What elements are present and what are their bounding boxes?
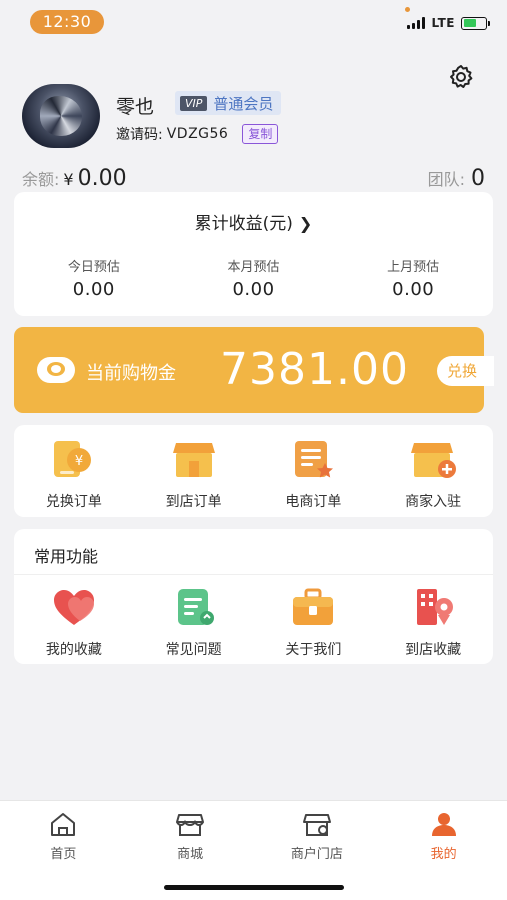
team-label: 团队: bbox=[427, 170, 465, 189]
earnings-this-month: 本月预估 0.00 bbox=[174, 256, 334, 300]
earnings-last-month: 上月预估 0.00 bbox=[333, 256, 493, 300]
exchange-order-icon: ¥ bbox=[53, 441, 91, 477]
shopping-gold-amount: 7381.00 bbox=[220, 344, 409, 395]
earnings-card: 累计收益(元) ❯ 今日预估 0.00 本月预估 0.00 上月预估 0.00 bbox=[14, 192, 493, 316]
building-location-icon bbox=[417, 589, 454, 625]
privacy-indicator bbox=[405, 7, 410, 12]
invite-code: VDZG56 bbox=[166, 126, 229, 142]
earnings-value: 0.00 bbox=[72, 279, 115, 300]
username: 零也 bbox=[116, 96, 155, 118]
function-label: 关于我们 bbox=[285, 642, 342, 658]
earnings-label: 上月预估 bbox=[387, 260, 440, 275]
exchange-button[interactable]: 兑换 bbox=[437, 356, 494, 386]
function-item-store-favorites[interactable]: 到店收藏 bbox=[373, 587, 493, 659]
order-label: 兑换订单 bbox=[45, 494, 102, 510]
earnings-title-link[interactable]: 累计收益(元) ❯ bbox=[14, 209, 493, 234]
tab-merchant-store[interactable]: 商户门店 bbox=[254, 811, 381, 862]
order-item-store[interactable]: 到店订单 bbox=[134, 439, 254, 511]
vip-tag: VIP bbox=[180, 95, 208, 111]
function-label: 常见问题 bbox=[165, 642, 222, 658]
earnings-title: 累计收益(元) bbox=[194, 214, 293, 234]
earnings-label: 今日预估 bbox=[67, 260, 120, 275]
signal-icon bbox=[407, 17, 426, 29]
tab-label: 商户门店 bbox=[290, 847, 343, 862]
invite-row: 邀请码: VDZG56 复制 bbox=[116, 124, 279, 144]
shopping-gold-banner: 当前购物金 7381.00 兑换 bbox=[14, 327, 494, 413]
merchant-join-icon bbox=[411, 443, 457, 478]
common-functions-card: 常用功能 我的收藏 常见问题 关于我们 到店收藏 bbox=[14, 529, 493, 664]
invite-label: 邀请码: bbox=[116, 127, 163, 143]
function-label: 我的收藏 bbox=[45, 642, 102, 658]
function-label: 到店收藏 bbox=[405, 642, 462, 658]
order-label: 到店订单 bbox=[165, 494, 222, 510]
heart-icon bbox=[53, 590, 94, 625]
member-badge: VIP 普通会员 bbox=[175, 91, 282, 115]
earnings-label: 本月预估 bbox=[227, 260, 280, 275]
briefcase-icon bbox=[293, 588, 334, 625]
shopping-gold-label: 当前购物金 bbox=[86, 363, 176, 384]
tab-mine[interactable]: 我的 bbox=[380, 811, 507, 862]
tab-mall[interactable]: 商城 bbox=[127, 811, 254, 862]
chevron-right-icon: ❯ bbox=[298, 214, 313, 233]
orders-card: ¥ 兑换订单 到店订单 电商订单 商家入驻 bbox=[14, 425, 493, 517]
status-time: 12:30 bbox=[30, 10, 104, 34]
user-icon bbox=[431, 813, 456, 836]
store-order-icon bbox=[172, 443, 215, 477]
tab-label: 商城 bbox=[177, 847, 204, 862]
order-item-merchant-join[interactable]: 商家入驻 bbox=[373, 439, 493, 511]
function-item-faq[interactable]: 常见问题 bbox=[134, 587, 254, 659]
earnings-value: 0.00 bbox=[392, 279, 435, 300]
tab-label: 我的 bbox=[430, 847, 457, 862]
balance-label: 余额: bbox=[22, 170, 60, 189]
status-bar: 12:30 LTE bbox=[0, 0, 507, 46]
avatar[interactable] bbox=[22, 84, 100, 148]
merchant-store-icon bbox=[302, 814, 331, 836]
divider bbox=[14, 574, 493, 575]
team-count: 0 bbox=[471, 166, 485, 191]
svg-text:¥: ¥ bbox=[75, 454, 83, 469]
gear-icon[interactable] bbox=[447, 63, 475, 91]
order-label: 电商订单 bbox=[285, 494, 342, 510]
balance-row[interactable]: 余额: ¥ 0.00 bbox=[22, 166, 127, 191]
currency-symbol: ¥ bbox=[63, 170, 74, 189]
tab-label: 首页 bbox=[50, 847, 77, 862]
home-indicator[interactable] bbox=[164, 885, 344, 890]
order-item-exchange[interactable]: ¥ 兑换订单 bbox=[14, 439, 134, 511]
tab-home[interactable]: 首页 bbox=[0, 811, 127, 862]
earnings-value: 0.00 bbox=[232, 279, 275, 300]
network-type: LTE bbox=[431, 16, 455, 30]
battery-icon bbox=[461, 16, 490, 30]
home-icon bbox=[51, 813, 76, 836]
function-item-favorites[interactable]: 我的收藏 bbox=[14, 587, 134, 659]
copy-button[interactable]: 复制 bbox=[242, 124, 279, 144]
team-row[interactable]: 团队: 0 bbox=[428, 166, 485, 191]
order-label: 商家入驻 bbox=[405, 494, 462, 510]
common-functions-title: 常用功能 bbox=[34, 547, 99, 566]
status-icons: LTE bbox=[407, 14, 490, 32]
earnings-today: 今日预估 0.00 bbox=[14, 256, 174, 300]
faq-icon bbox=[177, 589, 214, 625]
order-item-ecommerce[interactable]: 电商订单 bbox=[254, 439, 374, 511]
mall-icon bbox=[176, 814, 205, 836]
member-level: 普通会员 bbox=[213, 94, 274, 113]
balance-amount: 0.00 bbox=[77, 166, 127, 191]
ecommerce-order-icon bbox=[295, 441, 334, 478]
function-item-about[interactable]: 关于我们 bbox=[254, 587, 374, 659]
coin-icon bbox=[37, 357, 75, 383]
